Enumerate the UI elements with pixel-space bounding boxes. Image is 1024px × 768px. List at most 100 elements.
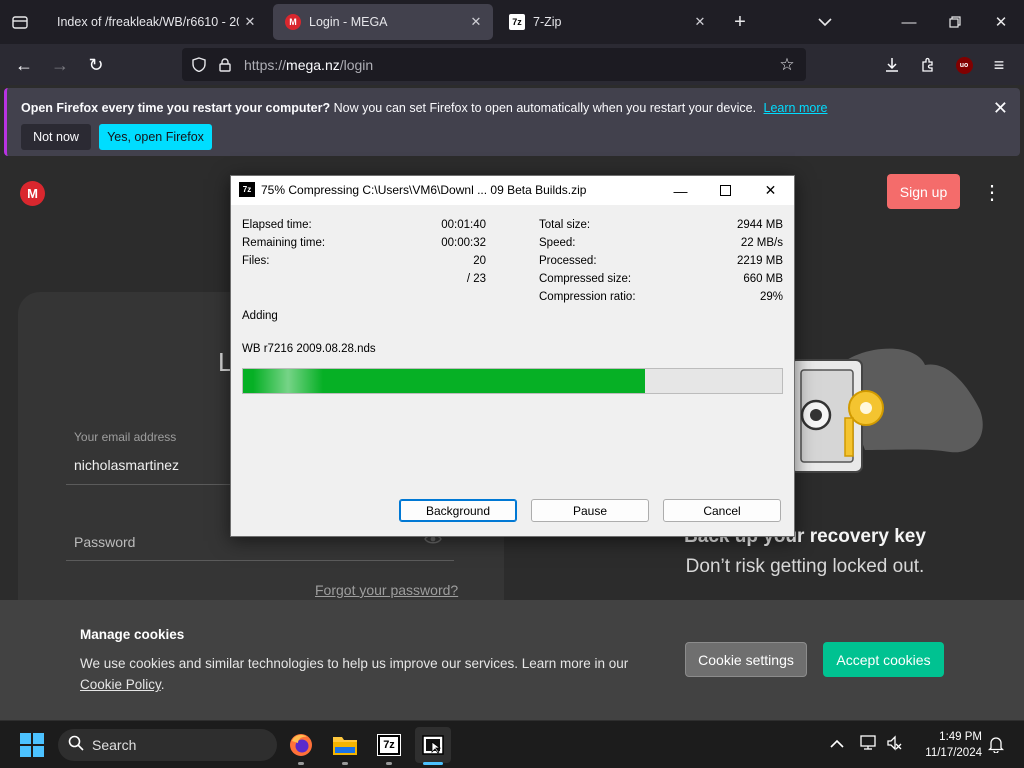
- cookie-text: We use cookies and similar technologies …: [80, 653, 640, 695]
- taskbar-7zip-progress-icon[interactable]: [415, 727, 451, 765]
- progress-fill: [243, 369, 645, 393]
- taskbar-file-explorer-icon[interactable]: [327, 727, 363, 765]
- cookie-title: Manage cookies: [80, 627, 185, 642]
- dialog-close-icon[interactable]: ✕: [748, 176, 793, 205]
- files-label: Files:: [242, 255, 270, 267]
- reload-icon[interactable]: ↻: [82, 51, 110, 79]
- 7zip-progress-dialog: 7z 75% Compressing C:\Users\VM6\Downl ..…: [230, 175, 795, 537]
- list-all-tabs-chevron-icon[interactable]: [811, 8, 839, 36]
- pause-button[interactable]: Pause: [531, 499, 649, 522]
- not-now-button[interactable]: Not now: [21, 124, 91, 150]
- dialog-minimize-icon[interactable]: —: [658, 176, 703, 205]
- cookie-settings-button[interactable]: Cookie settings: [685, 642, 807, 677]
- tab-label: 7-Zip: [533, 15, 562, 29]
- dialog-body: Elapsed time: 00:01:40 Remaining time: 0…: [231, 205, 794, 536]
- forgot-password-link[interactable]: Forgot your password?: [315, 582, 458, 598]
- taskbar-clock[interactable]: 1:49 PM 11/17/2024: [912, 729, 982, 761]
- tab-list-icon[interactable]: [6, 8, 34, 36]
- running-indicator: [386, 762, 392, 765]
- url-host: mega.nz: [286, 56, 340, 73]
- learn-more-link[interactable]: Learn more: [764, 101, 828, 115]
- close-notification-icon[interactable]: ✕: [993, 98, 1008, 119]
- lock-icon[interactable]: [212, 57, 238, 72]
- cookie-policy-link[interactable]: Cookie Policy: [80, 677, 161, 692]
- email-field[interactable]: nicholasmartinez: [74, 457, 179, 473]
- volume-muted-icon[interactable]: [886, 734, 902, 757]
- restore-window-icon[interactable]: [941, 8, 969, 36]
- tab-index-of[interactable]: Index of /freakleak/WB/r6610 - 2009 ✕: [45, 4, 267, 40]
- ublock-origin-icon[interactable]: uo: [950, 51, 978, 79]
- files-total-value: / 23: [466, 273, 486, 285]
- compressed-size-value: 660 MB: [743, 273, 783, 285]
- elapsed-time-label: Elapsed time:: [242, 219, 312, 231]
- running-indicator: [298, 762, 304, 765]
- notification-body-text: Now you can set Firefox to open automati…: [333, 101, 757, 115]
- progress-glow: [253, 369, 323, 393]
- url-path: /login: [339, 56, 374, 73]
- hamburger-menu-icon[interactable]: ≡: [985, 51, 1013, 79]
- browser-tab-bar: Index of /freakleak/WB/r6610 - 2009 ✕ M …: [0, 0, 1024, 44]
- dialog-titlebar[interactable]: 7z 75% Compressing C:\Users\VM6\Downl ..…: [231, 176, 794, 205]
- status-text: Adding: [242, 310, 278, 322]
- clock-time: 1:49 PM: [939, 731, 982, 743]
- minimize-window-icon[interactable]: —: [895, 8, 923, 36]
- background-button[interactable]: Background: [399, 499, 517, 522]
- notification-message: Open Firefox every time you restart your…: [21, 101, 827, 115]
- network-icon[interactable]: [860, 734, 878, 757]
- close-tab-icon[interactable]: ✕: [689, 14, 711, 30]
- compression-ratio-value: 29%: [759, 291, 783, 303]
- close-tab-icon[interactable]: ✕: [239, 14, 261, 30]
- tab-login-mega[interactable]: M Login - MEGA ✕: [273, 4, 493, 40]
- compressed-size-label: Compressed size:: [539, 273, 632, 285]
- sign-up-button[interactable]: Sign up: [887, 174, 960, 209]
- back-arrow-icon[interactable]: ←: [10, 51, 38, 79]
- clock-date: 11/17/2024: [925, 747, 982, 759]
- url-bar[interactable]: https://mega.nz/login ☆: [182, 48, 806, 81]
- close-tab-icon[interactable]: ✕: [465, 14, 487, 30]
- downloads-icon[interactable]: [878, 51, 906, 79]
- taskbar-firefox-icon[interactable]: [283, 727, 319, 765]
- close-window-icon[interactable]: ✕: [987, 8, 1015, 36]
- notification-bold-text: Open Firefox every time you restart your…: [21, 101, 331, 115]
- processed-value: 2219 MB: [736, 255, 783, 267]
- taskbar-search-box[interactable]: Search: [58, 729, 277, 761]
- search-icon: [68, 735, 84, 756]
- notification-bell-icon[interactable]: [987, 735, 1005, 756]
- windows-start-icon[interactable]: [20, 733, 44, 762]
- password-field[interactable]: Password: [74, 534, 135, 550]
- tab-label: Index of /freakleak/WB/r6610 - 2009: [57, 15, 239, 29]
- remaining-time-label: Remaining time:: [242, 237, 326, 249]
- 7zip-app-icon: 7z: [239, 182, 255, 197]
- mega-logo[interactable]: M: [20, 181, 45, 206]
- url-text[interactable]: https://mega.nz/login: [244, 57, 774, 73]
- firefox-notification-bar: Open Firefox every time you restart your…: [4, 88, 1020, 156]
- new-tab-icon[interactable]: +: [726, 8, 754, 36]
- show-hidden-icons-chevron-icon[interactable]: [830, 735, 844, 751]
- promo-subtitle: Don’t risk getting locked out.: [685, 556, 925, 577]
- dialog-maximize-icon[interactable]: [703, 176, 748, 205]
- safe-key-illustration: [789, 348, 983, 473]
- more-options-icon[interactable]: ⋮: [982, 180, 1002, 204]
- tab-7zip[interactable]: 7z 7-Zip ✕: [497, 4, 717, 40]
- url-scheme: https://: [244, 56, 287, 73]
- accept-cookies-button[interactable]: Accept cookies: [823, 642, 944, 677]
- windows-taskbar: Search 7z 1:49 PM 11/17/2024: [0, 720, 1024, 768]
- cookie-banner: Manage cookies We use cookies and simila…: [0, 600, 1024, 720]
- taskbar-7zip-icon[interactable]: 7z: [371, 727, 407, 765]
- cancel-button[interactable]: Cancel: [663, 499, 781, 522]
- bookmark-star-icon[interactable]: ☆: [774, 55, 800, 75]
- tab-label: Login - MEGA: [309, 15, 388, 29]
- shield-icon[interactable]: [186, 57, 212, 72]
- speed-label: Speed:: [539, 237, 576, 249]
- files-value: 20: [473, 255, 486, 267]
- dialog-title: 75% Compressing C:\Users\VM6\Downl ... 0…: [261, 183, 587, 197]
- mega-favicon-icon: M: [285, 14, 301, 30]
- current-file-name: WB r7216 2009.08.28.nds: [242, 343, 376, 355]
- yes-open-firefox-button[interactable]: Yes, open Firefox: [99, 124, 212, 150]
- extensions-icon[interactable]: [914, 51, 942, 79]
- processed-label: Processed:: [539, 255, 597, 267]
- 7zip-favicon-icon: 7z: [509, 14, 525, 30]
- remaining-time-value: 00:00:32: [441, 237, 486, 249]
- cookie-text-body: We use cookies and similar technologies …: [80, 656, 629, 671]
- forward-arrow-icon[interactable]: →: [46, 51, 74, 79]
